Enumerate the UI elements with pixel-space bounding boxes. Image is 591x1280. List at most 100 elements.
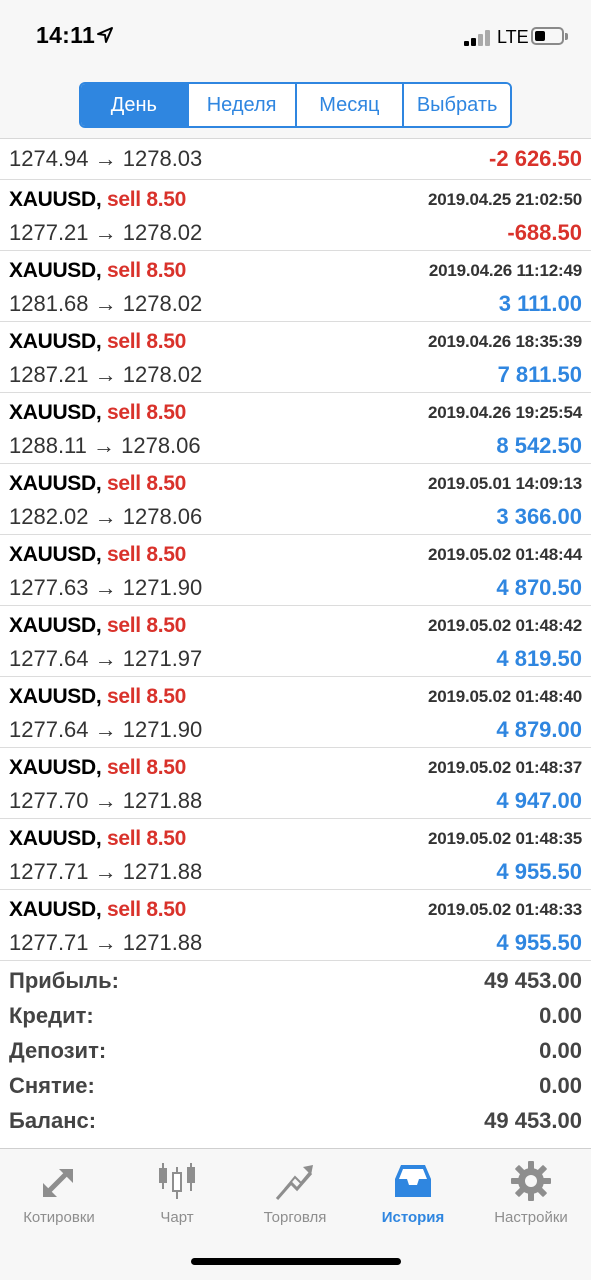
summary-label: Снятие: xyxy=(9,1073,95,1098)
trade-symbol-line: XAUUSD, sell 8.50 xyxy=(9,401,186,425)
tab-chart[interactable]: Чарт xyxy=(118,1159,236,1239)
trade-prices: 1281.68 → 1278.02 xyxy=(9,291,203,316)
history-tray-icon xyxy=(395,1165,431,1197)
segment-month[interactable]: Месяц xyxy=(296,84,405,126)
trade-prices: 1277.21 → 1278.02 xyxy=(9,220,203,245)
summary-value: 49 453.00 xyxy=(484,968,582,993)
segment-week[interactable]: Неделя xyxy=(188,84,297,126)
list-item[interactable]: XAUUSD, sell 8.50 2019.05.02 01:48:37 1277… xyxy=(0,748,591,819)
trade-symbol: XAUUSD xyxy=(9,756,96,779)
list-item[interactable]: XAUUSD, sell 8.50 2019.05.02 01:48:42 1277… xyxy=(0,606,591,677)
summary-value: 0.00 xyxy=(539,1003,582,1028)
summary-withdrawal: Снятие: 0.00 xyxy=(0,1069,591,1104)
trade-date: 2019.05.02 01:48:40 xyxy=(427,687,582,706)
trade-date: 2019.05.02 01:48:42 xyxy=(427,616,582,635)
trade-symbol: XAUUSD xyxy=(9,827,96,850)
summary-profit: Прибыль: 49 453.00 xyxy=(0,964,591,999)
trade-trend-icon xyxy=(275,1165,313,1200)
status-bar: 14:11 LTE xyxy=(0,0,591,72)
tab-settings[interactable]: Настройки xyxy=(472,1159,590,1239)
tab-label: Котировки xyxy=(23,1209,95,1226)
tab-quotes[interactable]: Котировки xyxy=(0,1159,118,1239)
list-item[interactable]: XAUUSD, sell 8.50 2019.05.02 01:48:35 1277… xyxy=(0,819,591,890)
trade-volume: 8.50 xyxy=(146,827,187,850)
trade-symbol-line: XAUUSD, sell 8.50 xyxy=(9,827,186,851)
location-arrow-icon xyxy=(97,27,113,43)
trade-volume: 8.50 xyxy=(146,898,187,921)
trade-side: sell xyxy=(106,827,141,850)
list-item[interactable]: XAUUSD, sell 8.50 2019.05.01 14:09:13 1282… xyxy=(0,464,591,535)
home-indicator[interactable] xyxy=(191,1258,401,1265)
trade-profit: 7 811.50 xyxy=(497,362,582,387)
list-item[interactable]: XAUUSD, sell 8.50 2019.04.26 18:35:39 1287… xyxy=(0,322,591,393)
trade-volume: 8.50 xyxy=(146,259,187,282)
trade-side: sell xyxy=(106,188,141,211)
tab-label: История xyxy=(381,1209,445,1226)
trade-side: sell xyxy=(106,614,141,637)
trade-profit: 4 947.00 xyxy=(496,788,582,813)
list-item-partial[interactable]: 1274.94 → 1278.03 -2 626.50 xyxy=(0,140,591,180)
trade-volume: 8.50 xyxy=(146,330,187,353)
trade-profit: 8 542.50 xyxy=(496,433,582,458)
tab-label: Торговля xyxy=(263,1209,327,1226)
separator: , xyxy=(95,543,107,566)
summary-value: 0.00 xyxy=(539,1038,582,1063)
trade-prices: 1277.64 → 1271.90 xyxy=(9,717,203,742)
tab-trade[interactable]: Торговля xyxy=(236,1159,354,1239)
trade-prices: 1274.94 → 1278.03 xyxy=(9,146,203,171)
trade-symbol-line: XAUUSD, sell 8.50 xyxy=(9,685,186,709)
trade-symbol: XAUUSD xyxy=(9,685,96,708)
trade-date: 2019.05.02 01:48:35 xyxy=(427,829,582,848)
trade-symbol-line: XAUUSD, sell 8.50 xyxy=(9,188,186,212)
trade-prices: 1277.70 → 1271.88 xyxy=(9,788,203,813)
summary-value: 49 453.00 xyxy=(484,1108,582,1133)
summary-label: Депозит: xyxy=(9,1038,107,1063)
trade-prices: 1277.71 → 1271.88 xyxy=(9,859,203,884)
summary-label: Прибыль: xyxy=(9,968,119,993)
period-segmented-control: День Неделя Месяц Выбрать xyxy=(79,82,512,128)
trade-symbol: XAUUSD xyxy=(9,543,96,566)
separator: , xyxy=(95,188,107,211)
list-item[interactable]: XAUUSD, sell 8.50 2019.05.02 01:48:40 1277… xyxy=(0,677,591,748)
trade-date: 2019.05.02 01:48:37 xyxy=(427,758,582,777)
trade-symbol: XAUUSD xyxy=(9,259,96,282)
trade-volume: 8.50 xyxy=(146,188,187,211)
separator: , xyxy=(95,827,107,850)
separator: , xyxy=(95,685,107,708)
trade-profit: 4 879.00 xyxy=(496,717,582,742)
trade-symbol-line: XAUUSD, sell 8.50 xyxy=(9,330,186,354)
trade-volume: 8.50 xyxy=(146,472,187,495)
trade-profit: 4 870.50 xyxy=(496,575,582,600)
trade-prices: 1288.11 → 1278.06 xyxy=(9,433,201,458)
trade-date: 2019.04.26 19:25:54 xyxy=(427,403,582,422)
list-item[interactable]: XAUUSD, sell 8.50 2019.04.26 11:12:49 1281… xyxy=(0,251,591,322)
trade-symbol: XAUUSD xyxy=(9,401,96,424)
trade-profit: 4 955.50 xyxy=(496,859,582,884)
list-item[interactable]: XAUUSD, sell 8.50 2019.04.25 21:02:50 1277… xyxy=(0,180,591,251)
trade-date: 2019.05.02 01:48:33 xyxy=(427,900,582,919)
list-item[interactable]: XAUUSD, sell 8.50 2019.04.26 19:25:54 1288… xyxy=(0,393,591,464)
tab-history[interactable]: История xyxy=(354,1159,472,1239)
trade-volume: 8.50 xyxy=(146,543,187,566)
list-item[interactable]: XAUUSD, sell 8.50 2019.05.02 01:48:44 1277… xyxy=(0,535,591,606)
trade-symbol: XAUUSD xyxy=(9,614,96,637)
separator: , xyxy=(95,401,107,424)
settings-gear-icon xyxy=(511,1161,551,1201)
trade-date: 2019.04.26 18:35:39 xyxy=(427,332,582,351)
trade-profit: -2 626.50 xyxy=(489,146,582,171)
trade-volume: 8.50 xyxy=(146,685,187,708)
battery-icon xyxy=(531,27,568,45)
trade-side: sell xyxy=(106,685,141,708)
trade-symbol-line: XAUUSD, sell 8.50 xyxy=(9,756,186,780)
separator: , xyxy=(95,330,107,353)
summary-value: 0.00 xyxy=(539,1073,582,1098)
trade-profit: 4 819.50 xyxy=(496,646,582,671)
segment-custom[interactable]: Выбрать xyxy=(404,84,510,126)
trade-prices: 1277.63 → 1271.90 xyxy=(9,575,203,600)
separator: , xyxy=(95,472,107,495)
separator: , xyxy=(95,614,107,637)
segment-day[interactable]: День xyxy=(81,84,189,126)
list-item[interactable]: XAUUSD, sell 8.50 2019.05.02 01:48:33 1277… xyxy=(0,890,591,961)
trade-symbol-line: XAUUSD, sell 8.50 xyxy=(9,472,186,496)
status-time: 14:11 xyxy=(36,22,96,48)
